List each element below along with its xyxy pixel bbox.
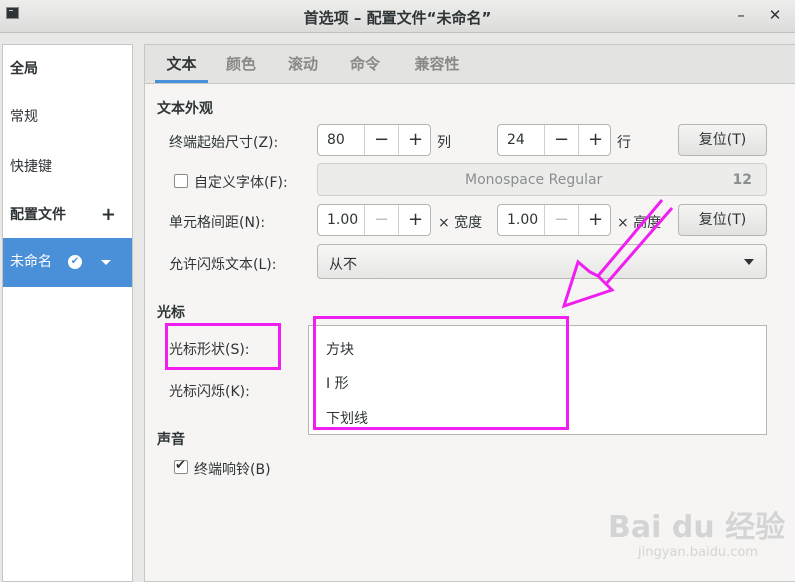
default-profile-check-icon: ✔	[68, 255, 82, 269]
annotation-highlight-cursor-shape-label	[165, 323, 281, 370]
rows-value[interactable]: 24	[507, 132, 525, 148]
cell-spacing-label: 单元格间距(N):	[169, 215, 266, 231]
columns-spinbutton[interactable]: 80 − +	[317, 124, 431, 156]
cursor-blink-label: 光标闪烁(K):	[169, 384, 250, 400]
title-bar: 首选项 – 配置文件“未命名” – ✕	[0, 0, 795, 33]
sidebar-item-profile-unnamed[interactable]: 未命名 ✔	[3, 238, 132, 287]
columns-value[interactable]: 80	[327, 132, 345, 148]
section-text-appearance: 文本外观	[157, 101, 213, 117]
custom-font-label[interactable]: 自定义字体(F):	[194, 172, 288, 192]
width-increment-button[interactable]: +	[398, 205, 432, 235]
chevron-down-icon	[744, 259, 754, 265]
blink-text-label: 允许闪烁文本(L):	[169, 257, 277, 273]
width-unit-label: × 宽度	[438, 215, 483, 231]
minimize-button[interactable]: –	[729, 4, 753, 26]
rows-decrement-button[interactable]: −	[544, 125, 578, 155]
tab-bar: 文本 颜色 滚动 命令 兼容性	[145, 45, 795, 84]
width-spacing-spinbutton[interactable]: 1.00 − +	[317, 204, 431, 236]
profiles-header: 配置文件	[10, 207, 66, 223]
profile-menu-chevron-down-icon[interactable]	[101, 260, 111, 265]
height-decrement-button[interactable]: −	[544, 205, 578, 235]
terminal-bell-checkbox[interactable]	[174, 458, 188, 474]
height-spacing-spinbutton[interactable]: 1.00 − +	[497, 204, 611, 236]
watermark-url: jingyan.baidu.com	[638, 545, 758, 560]
add-profile-button[interactable]: +	[101, 191, 116, 239]
reset-spacing-button[interactable]: 复位(T)	[678, 204, 767, 236]
section-cursor: 光标	[157, 305, 185, 321]
sidebar-item-global[interactable]: 全局	[3, 45, 132, 93]
columns-increment-button[interactable]: +	[398, 125, 432, 155]
tab-scrolling[interactable]: 滚动	[279, 45, 327, 83]
rows-unit-label: 行	[617, 135, 631, 151]
custom-font-checkbox[interactable]	[174, 174, 188, 188]
width-decrement-button[interactable]: −	[364, 205, 398, 235]
height-increment-button[interactable]: +	[578, 205, 612, 235]
font-name: Monospace Regular	[465, 172, 603, 188]
tab-compatibility[interactable]: 兼容性	[409, 45, 465, 83]
rows-increment-button[interactable]: +	[578, 125, 612, 155]
section-sound: 声音	[157, 432, 185, 448]
sidebar-item-shortcuts[interactable]: 快捷键	[3, 143, 132, 191]
height-unit-label: × 高度	[617, 215, 662, 231]
sidebar-item-profiles: 配置文件 +	[3, 191, 132, 239]
watermark-logo: Bai du 经验	[608, 510, 786, 545]
blink-text-combobox[interactable]: 从不	[317, 244, 767, 279]
blink-text-value: 从不	[329, 257, 357, 273]
height-spacing-value[interactable]: 1.00	[507, 212, 538, 228]
window-title: 首选项 – 配置文件“未命名”	[303, 9, 492, 27]
profile-name: 未命名	[10, 254, 52, 270]
columns-unit-label: 列	[437, 135, 451, 151]
font-chooser-button[interactable]: Monospace Regular 12	[317, 163, 767, 196]
rows-spinbutton[interactable]: 24 − +	[497, 124, 611, 156]
width-spacing-value[interactable]: 1.00	[327, 212, 358, 228]
font-size: 12	[732, 172, 752, 188]
annotation-highlight-cursor-shape-options	[313, 316, 569, 430]
close-button[interactable]: ✕	[763, 4, 787, 26]
columns-decrement-button[interactable]: −	[364, 125, 398, 155]
sidebar-item-general[interactable]: 常规	[3, 93, 132, 141]
tab-command[interactable]: 命令	[341, 45, 389, 83]
sidebar: 全局 常规 快捷键 配置文件 + 未命名 ✔	[2, 44, 133, 582]
tab-text[interactable]: 文本	[155, 45, 208, 83]
terminal-bell-label[interactable]: 终端响铃(B)	[194, 459, 271, 479]
terminal-size-label: 终端起始尺寸(Z):	[169, 135, 279, 151]
tab-colors[interactable]: 颜色	[217, 45, 265, 83]
reset-size-button[interactable]: 复位(T)	[678, 124, 767, 156]
